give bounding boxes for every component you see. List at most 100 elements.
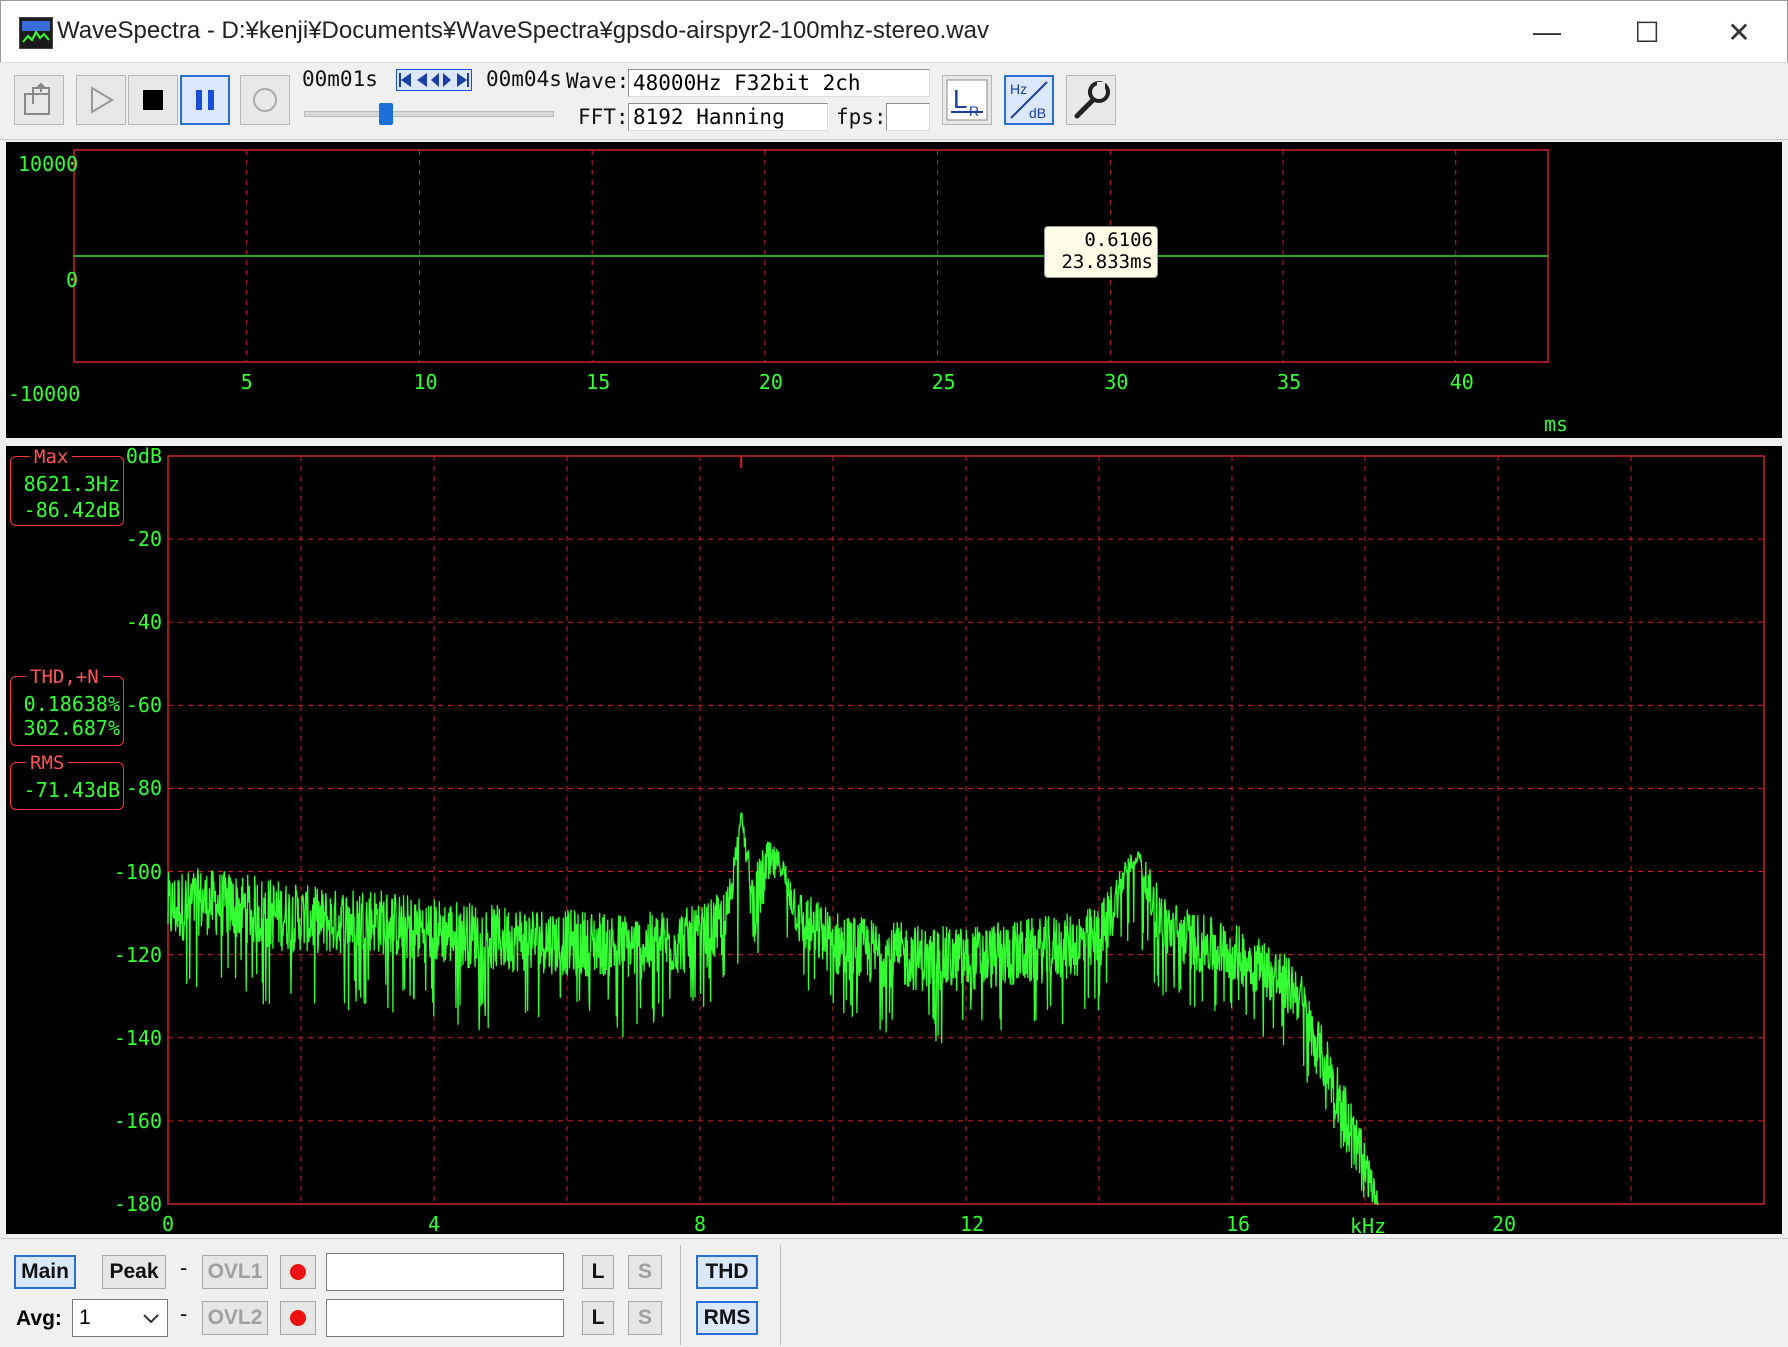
ovl2-l-button[interactable]: L <box>582 1301 614 1335</box>
fps-field <box>886 103 930 131</box>
seek-slider[interactable] <box>304 103 554 125</box>
thd-button[interactable]: THD <box>696 1255 758 1289</box>
seek-thumb[interactable] <box>378 103 393 125</box>
peak-button[interactable]: Peak <box>102 1255 166 1289</box>
cursor-tooltip: 0.6106 23.833ms <box>1044 226 1158 278</box>
time-start: 00m01s <box>302 67 378 91</box>
seek-buttons[interactable] <box>396 69 472 91</box>
svg-text:Hz: Hz <box>1010 81 1027 97</box>
spectrum-panel: 0dB -20 -40 -60 -80 -100 -120 -140 -160 -180 0 4 8 1… <box>6 444 1782 1238</box>
record-dot-icon <box>290 1264 306 1280</box>
divider <box>680 1245 681 1345</box>
toolbar: 00m01s 00m04s Wave: 48000Hz F32bit 2ch F… <box>0 62 1788 140</box>
thd-title: THD,+N <box>26 666 103 688</box>
ovl1-l-button[interactable]: L <box>582 1255 614 1289</box>
ovl2-s-button[interactable]: S <box>628 1301 662 1335</box>
thdn-value: 302.687% <box>23 716 120 740</box>
fps-label: fps: <box>836 105 887 129</box>
open-file-icon <box>24 82 50 115</box>
spectrum-x-tick: 12 <box>960 1212 985 1236</box>
rms-button[interactable]: RMS <box>696 1301 758 1335</box>
spectrum-y-tick: -140 <box>113 1025 162 1050</box>
spectrum-y-tick: -20 <box>125 527 162 552</box>
record-dot-icon <box>290 1310 306 1326</box>
fft-setting-field: 8192 Hanning <box>628 103 828 131</box>
channel-lr-button[interactable]: LR <box>942 75 992 125</box>
ovl2-record-button[interactable] <box>280 1301 316 1335</box>
open-file-button[interactable] <box>14 75 64 125</box>
spectrum-y-tick: -160 <box>113 1108 162 1133</box>
separator-dash-2: - <box>180 1301 188 1326</box>
ovl2-name-field[interactable] <box>326 1299 564 1337</box>
minimize-button[interactable]: — <box>1507 1 1587 63</box>
ovl1-button[interactable]: OVL1 <box>202 1255 268 1289</box>
spectrum-plot[interactable] <box>6 446 1782 1234</box>
ovl2-button[interactable]: OVL2 <box>202 1301 268 1335</box>
record-button[interactable] <box>240 75 290 125</box>
tooltip-value: 0.6106 <box>1084 229 1153 251</box>
wave-x-tick: 15 <box>586 370 611 394</box>
record-icon <box>253 88 277 112</box>
ovl1-record-button[interactable] <box>280 1255 316 1289</box>
hz-db-scale-button[interactable]: Hz dB <box>1004 75 1054 125</box>
max-frequency: 8621.3Hz <box>23 472 120 496</box>
stop-icon <box>143 90 163 110</box>
thd-value: 0.18638% <box>23 692 120 716</box>
wave-x-unit: ms <box>1544 412 1569 436</box>
waveform-panel: 10000 0 -10000 5 10 15 20 25 30 35 40 ms 0.6106… <box>6 142 1782 438</box>
fft-label: FFT: <box>578 105 629 129</box>
wrench-icon <box>1074 81 1110 119</box>
svg-text:L: L <box>953 84 967 114</box>
bottom-controls: Main Peak - OVL1 L S THD Avg: 1 - OVL2 L… <box>0 1238 1788 1347</box>
wave-x-tick: 5 <box>240 370 253 394</box>
pause-icon <box>196 90 214 110</box>
max-title: Max <box>30 446 73 468</box>
wave-x-tick: 20 <box>758 370 783 394</box>
spectrum-x-unit: kHz <box>1350 1214 1387 1238</box>
spectrum-x-tick: 16 <box>1226 1212 1251 1236</box>
rms-title: RMS <box>26 752 69 774</box>
wave-y-tick-top: 10000 <box>18 152 79 176</box>
maximize-button[interactable]: ☐ <box>1607 1 1687 63</box>
main-button[interactable]: Main <box>14 1255 76 1289</box>
divider <box>780 1245 781 1345</box>
spectrum-y-tick: -100 <box>113 859 162 884</box>
lr-channel-icon: LR <box>946 79 988 121</box>
tooltip-time: 23.833ms <box>1061 251 1153 273</box>
play-button[interactable] <box>76 75 126 125</box>
wave-format-field: 48000Hz F32bit 2ch <box>628 69 930 97</box>
rms-value: -71.43dB <box>23 778 120 802</box>
ovl1-name-field[interactable] <box>326 1253 564 1291</box>
skip-controls-icon <box>399 73 469 87</box>
play-icon <box>91 86 114 114</box>
spectrum-x-tick: 4 <box>428 1212 441 1236</box>
avg-label: Avg: <box>16 1307 62 1330</box>
separator-dash-1: - <box>180 1255 188 1280</box>
avg-select[interactable]: 1 <box>72 1299 168 1337</box>
ovl1-s-button[interactable]: S <box>628 1255 662 1289</box>
spectrum-y-tick: -80 <box>125 776 162 801</box>
waveform-plot[interactable] <box>6 142 1782 438</box>
hz-db-icon: HzdB <box>1010 81 1048 121</box>
wave-label: Wave: <box>566 69 630 93</box>
max-level: -86.42dB <box>23 498 120 522</box>
title-bar: WaveSpectra - D:¥kenji¥Documents¥WaveSpe… <box>0 0 1788 63</box>
pause-button[interactable] <box>180 75 230 125</box>
spectrum-x-tick: 8 <box>694 1212 707 1236</box>
wave-x-tick: 30 <box>1104 370 1129 394</box>
spectrum-y-tick: 0dB <box>125 444 162 468</box>
wave-y-tick-bottom: -10000 <box>8 382 81 406</box>
spectrum-y-tick: -60 <box>125 693 162 718</box>
spectrum-y-tick: -40 <box>125 610 162 635</box>
svg-text:dB: dB <box>1029 105 1046 121</box>
chevron-down-icon <box>143 1314 159 1324</box>
avg-value: 1 <box>79 1306 91 1329</box>
spectrum-y-tick: -120 <box>113 942 162 967</box>
spectrum-x-tick: 20 <box>1492 1212 1517 1236</box>
time-end: 00m04s <box>486 67 562 91</box>
settings-button[interactable] <box>1066 75 1116 125</box>
stop-button[interactable] <box>128 75 178 125</box>
wave-x-tick: 10 <box>413 370 438 394</box>
wave-x-tick: 35 <box>1277 370 1302 394</box>
close-button[interactable]: ✕ <box>1699 1 1779 63</box>
